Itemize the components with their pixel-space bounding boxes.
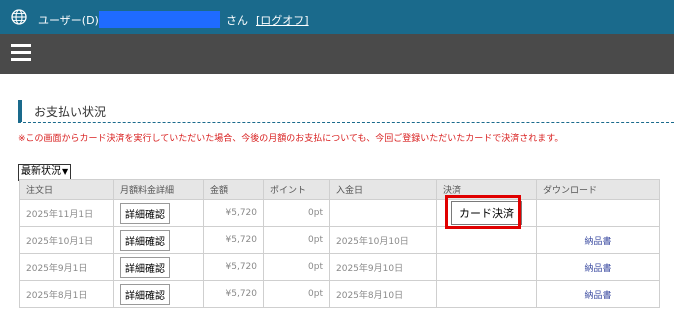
logout-link[interactable]: [ログオフ] [256,12,309,28]
settlement-cell [436,226,537,254]
globe-icon[interactable] [11,9,27,25]
order-date: 2025年10月1日 [19,226,114,254]
page-title: お支払い状況 [34,105,107,119]
amount: ¥5,720 [203,199,264,227]
amount: ¥5,720 [203,253,264,281]
nav-bar [0,34,674,74]
order-date: 2025年9月1日 [19,253,114,281]
detail-check-button[interactable]: 詳細確認 [120,283,170,305]
amount: ¥5,720 [203,226,264,254]
payment-date: 2025年9月10日 [329,253,437,281]
col-header-order-date: 注文日 [19,179,114,200]
top-bar: ユーザー(D): さん [ログオフ] [0,0,674,34]
col-header-download: ダウンロード [536,179,660,200]
user-label: ユーザー(D): [38,14,103,27]
invoice-download-link[interactable]: 納品書 [543,261,653,274]
points: 0pt [263,226,330,254]
points: 0pt [263,280,330,308]
download-cell [536,199,660,227]
table-header-row: 注文日 月額料金詳細 金額 ポイント 入金日 決済 ダウンロード [19,179,660,200]
section-header: お支払い状況 [18,100,674,123]
detail-check-button[interactable]: 詳細確認 [120,256,170,278]
section-accent-bar [18,100,22,122]
chevron-down-icon: ▼ [62,167,69,176]
amount: ¥5,720 [203,280,264,308]
payment-date [329,199,437,227]
status-filter-value: 最新状況 [21,166,61,177]
col-header-payment-date: 入金日 [329,179,437,200]
order-date: 2025年8月1日 [19,280,114,308]
table-row: 2025年10月1日 詳細確認 ¥5,720 0pt 2025年10月10日 納… [19,226,660,254]
col-header-settlement: 決済 [436,179,537,200]
hamburger-menu-icon[interactable] [11,44,31,62]
user-name-redacted [99,11,220,28]
detail-check-button[interactable]: 詳細確認 [120,202,170,224]
settlement-cell [436,253,537,281]
col-header-monthly-detail: 月額料金詳細 [113,179,204,200]
settlement-cell [436,280,537,308]
table-row: 2025年8月1日 詳細確認 ¥5,720 0pt 2025年8月10日 納品書 [19,280,660,308]
points: 0pt [263,199,330,227]
payment-date: 2025年8月10日 [329,280,437,308]
col-header-amount: 金額 [203,179,264,200]
points: 0pt [263,253,330,281]
table-row: 2025年9月1日 詳細確認 ¥5,720 0pt 2025年9月10日 納品書 [19,253,660,281]
card-payment-button[interactable]: カード決済 [451,201,522,225]
invoice-download-link[interactable]: 納品書 [543,234,653,247]
table-row: 2025年11月1日 詳細確認 ¥5,720 0pt カード決済 [19,199,660,227]
invoice-download-link[interactable]: 納品書 [543,288,653,301]
honorific-label: さん [226,14,248,27]
card-payment-notice: ※この画面からカード決済を実行していただいた場合、今後の月額のお支払についても、… [18,134,564,144]
payment-table: 注文日 月額料金詳細 金額 ポイント 入金日 決済 ダウンロード 2025年11… [19,179,660,308]
detail-check-button[interactable]: 詳細確認 [120,229,170,251]
col-header-points: ポイント [263,179,330,200]
payment-date: 2025年10月10日 [329,226,437,254]
order-date: 2025年11月1日 [19,199,114,227]
